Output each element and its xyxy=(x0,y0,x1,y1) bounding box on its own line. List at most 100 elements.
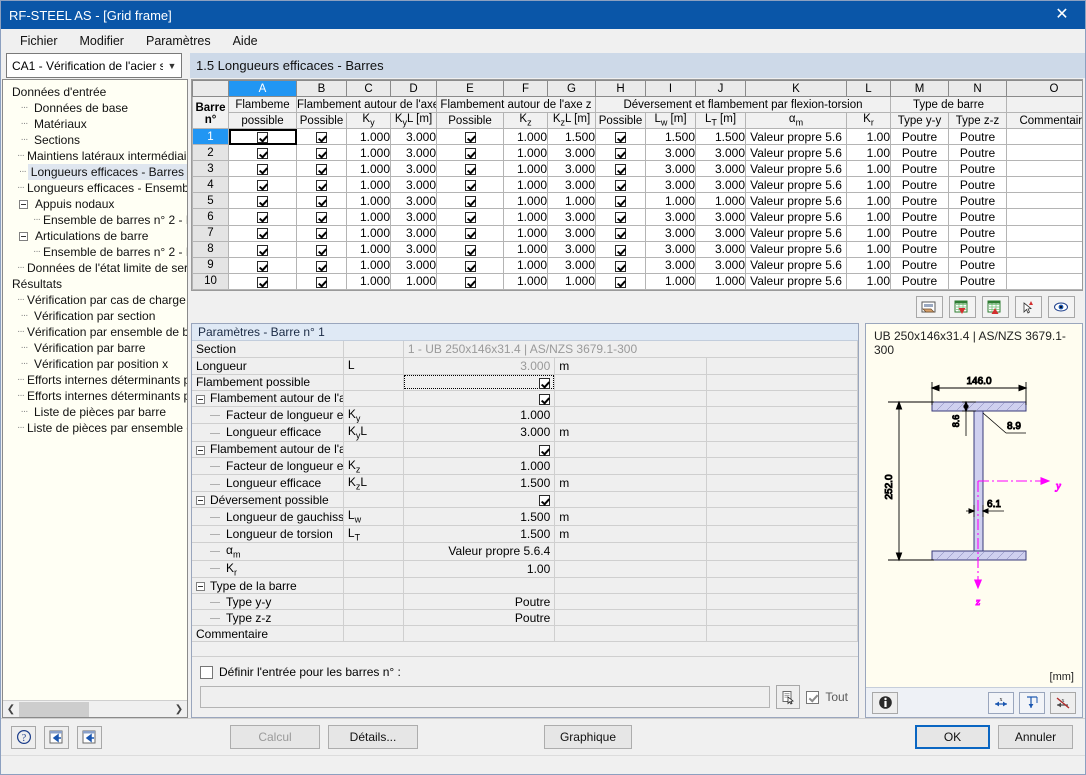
cell-D-9[interactable]: 3.000 xyxy=(390,256,437,274)
hide-dims-icon[interactable]: x xyxy=(1050,691,1076,714)
sidebar-item-10[interactable]: ··· Ensemble de barres n° 2 - P xyxy=(7,244,187,260)
checkbox-icon[interactable] xyxy=(316,276,327,288)
checkbox-icon[interactable] xyxy=(316,147,327,159)
cell-K-5[interactable]: Valeur propre 5.6 xyxy=(745,192,847,210)
cell-A-6[interactable] xyxy=(228,208,297,226)
cell-F-8[interactable]: 1.000 xyxy=(503,240,548,258)
sidebar-item-17[interactable]: ··· Vérification par position x xyxy=(7,356,187,372)
table-row[interactable]: 6 1.000 3.000 1.000 3.000 3.000 3.000 Valeur pr… xyxy=(192,208,1082,226)
column-header-C[interactable]: C xyxy=(346,80,391,97)
cell-D-10[interactable]: 1.000 xyxy=(390,272,437,290)
cell-F-5[interactable]: 1.000 xyxy=(503,192,548,210)
cell-J-3[interactable]: 3.000 xyxy=(695,160,746,178)
sidebar-item-5[interactable]: ··· Longueurs efficaces - Barres xyxy=(7,164,187,180)
column-header-F[interactable]: F xyxy=(503,80,548,97)
cell-K-10[interactable]: Valeur propre 5.6 xyxy=(745,272,847,290)
cell-H-7[interactable] xyxy=(595,224,646,242)
cell-I-6[interactable]: 3.000 xyxy=(645,208,696,226)
column-header-G[interactable]: G xyxy=(547,80,596,97)
define-input-checkbox[interactable] xyxy=(200,665,213,679)
checkbox-icon[interactable] xyxy=(257,228,268,240)
cell-O-2[interactable] xyxy=(1006,144,1082,162)
cell-K-8[interactable]: Valeur propre 5.6 xyxy=(745,240,847,258)
cell-F-1[interactable]: 1.000 xyxy=(503,127,548,146)
checkbox-icon[interactable] xyxy=(316,212,327,224)
param-value[interactable]: 1.000 xyxy=(403,457,556,476)
cell-D-7[interactable]: 3.000 xyxy=(390,224,437,242)
checkbox-icon[interactable] xyxy=(464,276,476,288)
cell-K-7[interactable]: Valeur propre 5.6 xyxy=(745,224,847,242)
sidebar-item-19[interactable]: ··· Efforts internes déterminants p xyxy=(7,388,187,404)
checkbox-icon[interactable] xyxy=(257,196,268,208)
cell-J-6[interactable]: 3.000 xyxy=(695,208,746,226)
tree-collapse-icon[interactable] xyxy=(17,199,30,209)
param-value[interactable]: Valeur propre 5.6.4 xyxy=(403,542,556,561)
graphique-button[interactable]: Graphique xyxy=(544,725,632,749)
table-row[interactable]: 8 1.000 3.000 1.000 3.000 3.000 3.000 Valeur pr… xyxy=(192,240,1082,258)
sidebar-item-18[interactable]: ··· Efforts internes déterminants p xyxy=(7,372,187,388)
cell-E-7[interactable] xyxy=(436,224,504,242)
cell-K-2[interactable]: Valeur propre 5.6 xyxy=(745,144,847,162)
cell-M-4[interactable]: Poutre xyxy=(890,176,949,194)
row-number-cell[interactable]: 4 xyxy=(192,176,229,194)
info-icon[interactable] xyxy=(872,691,898,714)
checkbox-icon[interactable] xyxy=(539,393,551,405)
cell-N-10[interactable]: Poutre xyxy=(948,272,1007,290)
cancel-button[interactable]: Annuler xyxy=(998,725,1073,749)
cell-G-8[interactable]: 3.000 xyxy=(547,240,596,258)
checkbox-icon[interactable] xyxy=(539,444,551,456)
cell-E-10[interactable] xyxy=(436,272,504,290)
dim-vertical-icon[interactable] xyxy=(1019,691,1045,714)
cell-M-2[interactable]: Poutre xyxy=(890,144,949,162)
cell-A-5[interactable] xyxy=(228,192,297,210)
cell-H-8[interactable] xyxy=(595,240,646,258)
expander-icon[interactable] xyxy=(196,581,205,591)
checkbox-icon[interactable] xyxy=(257,131,268,143)
param-row-11[interactable]: Longueur de torsion LT 1.500 m xyxy=(192,525,858,544)
table-row[interactable]: 4 1.000 3.000 1.000 3.000 3.000 3.000 Valeur pr… xyxy=(192,176,1082,194)
cell-O-5[interactable] xyxy=(1006,192,1082,210)
sidebar-item-4[interactable]: ··· Maintiens latéraux intermédiaires xyxy=(7,148,187,164)
cell-C-10[interactable]: 1.000 xyxy=(346,272,391,290)
checkbox-icon[interactable] xyxy=(464,228,476,240)
cell-J-2[interactable]: 3.000 xyxy=(695,144,746,162)
cell-B-7[interactable] xyxy=(296,224,347,242)
cell-B-1[interactable] xyxy=(296,127,347,146)
cell-E-9[interactable] xyxy=(436,256,504,274)
parameters-table[interactable]: Section 1 - UB 250x146x31.4 | AS/NZS 3679… xyxy=(192,341,858,643)
cell-G-2[interactable]: 3.000 xyxy=(547,144,596,162)
param-row-15[interactable]: Type y-y Poutre xyxy=(192,593,858,611)
cell-B-2[interactable] xyxy=(296,144,347,162)
column-header-L[interactable]: L xyxy=(846,80,891,97)
param-row-3[interactable]: Flambement autour de l'axe principal y p… xyxy=(192,390,858,407)
cell-A-8[interactable] xyxy=(228,240,297,258)
cell-A-2[interactable] xyxy=(228,144,297,162)
cell-D-1[interactable]: 3.000 xyxy=(390,127,437,146)
cell-M-1[interactable]: Poutre xyxy=(890,127,949,146)
cell-I-4[interactable]: 3.000 xyxy=(645,176,696,194)
sidebar-item-14[interactable]: ··· Vérification par section xyxy=(7,308,187,324)
table-row[interactable]: 1 1.000 3.000 1.000 1.500 1.500 1.500 Valeur pr… xyxy=(192,127,1082,146)
row-number-cell[interactable]: 5 xyxy=(192,192,229,210)
cell-D-6[interactable]: 3.000 xyxy=(390,208,437,226)
cell-O-7[interactable] xyxy=(1006,224,1082,242)
sidebar-item-12[interactable]: Résultats xyxy=(7,276,187,292)
checkbox-icon[interactable] xyxy=(615,212,626,224)
checkbox-icon[interactable] xyxy=(316,260,327,272)
menu-item-fichier[interactable]: Fichier xyxy=(9,31,69,51)
bars-number-input[interactable] xyxy=(200,686,771,708)
expander-icon[interactable] xyxy=(196,496,205,506)
param-value[interactable]: 1.000 xyxy=(403,406,556,425)
cell-B-6[interactable] xyxy=(296,208,347,226)
param-value[interactable]: 1.500 xyxy=(403,507,556,526)
cell-I-3[interactable]: 3.000 xyxy=(645,160,696,178)
sidebar-item-3[interactable]: ··· Sections xyxy=(7,132,187,148)
param-row-0[interactable]: Section 1 - UB 250x146x31.4 | AS/NZS 3679… xyxy=(192,341,858,358)
checkbox-icon[interactable] xyxy=(316,244,327,256)
cell-M-10[interactable]: Poutre xyxy=(890,272,949,290)
row-number-cell[interactable]: 9 xyxy=(192,256,229,274)
param-row-13[interactable]: Kr 1.00 xyxy=(192,560,858,579)
tree-horizontal-scrollbar[interactable]: ❮ ❯ xyxy=(3,700,187,717)
cell-L-7[interactable]: 1.00 xyxy=(846,224,891,242)
sidebar-item-9[interactable]: Articulations de barre xyxy=(7,228,187,244)
